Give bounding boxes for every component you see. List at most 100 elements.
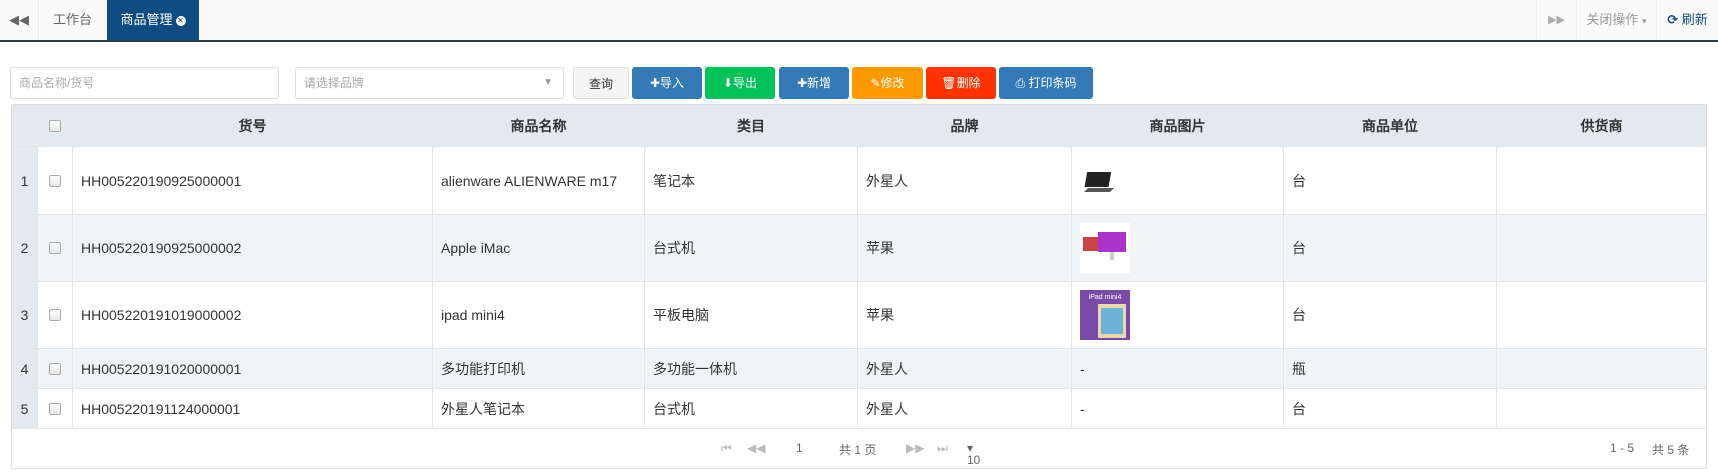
- no-image-text: -: [1080, 360, 1085, 377]
- search-placeholder: 商品名称/货号: [19, 76, 95, 90]
- product-image[interactable]: [1071, 147, 1283, 214]
- cell-brand: 苹果: [857, 282, 1071, 348]
- close-operations-dropdown[interactable]: 关闭操作 ▾: [1576, 0, 1656, 40]
- cell-code: HH005220191020000001: [72, 349, 432, 388]
- row-checkbox[interactable]: [37, 215, 72, 281]
- cell-cat: 平板电脑: [644, 282, 857, 348]
- export-button[interactable]: ⬇导出: [705, 67, 775, 99]
- select-all-checkbox[interactable]: [37, 105, 72, 146]
- product-table: 货号 商品名称 类目 品牌 商品图片 商品单位 供货商 1 HH005220190…: [11, 104, 1707, 469]
- row-index: 5: [12, 389, 37, 428]
- download-icon: ⬇: [722, 76, 734, 90]
- product-image[interactable]: -: [1071, 349, 1283, 388]
- tab-bar: ◀◀ 工作台 商品管理 ✕ ▶▶ 关闭操作 ▾ ⟳ 刷新: [0, 0, 1718, 42]
- cell-cat: 台式机: [644, 389, 857, 428]
- next-page-icon[interactable]: ▶▶: [906, 441, 924, 455]
- table-row[interactable]: 4 HH005220191020000001 多功能打印机 多功能一体机 外星人 - 瓶: [12, 349, 1706, 389]
- cell-cat: 台式机: [644, 215, 857, 281]
- row-index: 4: [12, 349, 37, 388]
- prev-page-icon[interactable]: ◀◀: [747, 441, 765, 455]
- record-range: 1 - 5: [1610, 441, 1635, 455]
- query-label: 查询: [588, 77, 613, 91]
- print-barcode-button[interactable]: ⎙ 打印条码: [999, 67, 1093, 99]
- caret-down-icon: ▾: [1642, 16, 1647, 26]
- product-image[interactable]: -: [1071, 389, 1283, 428]
- header-unit[interactable]: 商品单位: [1283, 105, 1496, 146]
- plus-icon: ✚: [796, 76, 808, 90]
- brand-placeholder: 请选择品牌: [304, 76, 365, 90]
- import-button[interactable]: ✚导入: [632, 67, 702, 99]
- cell-name: alienware ALIENWARE m17: [432, 147, 644, 214]
- row-checkbox[interactable]: [37, 282, 72, 348]
- page-size-value: 10: [967, 453, 981, 467]
- product-image[interactable]: [1071, 215, 1283, 281]
- header-name[interactable]: 商品名称: [432, 105, 644, 146]
- cell-brand: 外星人: [857, 389, 1071, 428]
- cell-supplier: [1496, 215, 1706, 281]
- cell-cat: 笔记本: [644, 147, 857, 214]
- tab-label: 工作台: [52, 12, 92, 27]
- row-checkbox[interactable]: [37, 147, 72, 214]
- cell-supplier: [1496, 147, 1706, 214]
- scroll-right-button[interactable]: ▶▶: [1536, 0, 1576, 40]
- cell-code: HH005220191124000001: [72, 389, 432, 428]
- cell-name: Apple iMac: [432, 215, 644, 281]
- cell-unit: 台: [1283, 147, 1496, 214]
- refresh-button[interactable]: ⟳ 刷新: [1656, 0, 1718, 40]
- scroll-left-button[interactable]: ◀◀: [0, 0, 38, 40]
- add-button[interactable]: ✚新增: [779, 67, 849, 99]
- header-supplier[interactable]: 供货商: [1496, 105, 1706, 146]
- row-checkbox[interactable]: [37, 389, 72, 428]
- cell-supplier: [1496, 389, 1706, 428]
- row-index: 1: [12, 147, 37, 214]
- table-row[interactable]: 3 HH005220191019000002 ipad mini4 平板电脑 苹果 iPa…: [12, 282, 1706, 349]
- add-label: 新增: [807, 76, 832, 90]
- total-pages: 共 1 页: [839, 443, 877, 457]
- search-input[interactable]: 商品名称/货号: [10, 67, 279, 99]
- query-button[interactable]: 查询: [573, 67, 629, 99]
- page-size-select[interactable]: 10 ▾: [967, 441, 980, 467]
- table-row[interactable]: 5 HH005220191124000001 外星人笔记本 台式机 外星人 - 台: [12, 389, 1706, 429]
- print-label: 打印条码: [1028, 76, 1077, 90]
- cell-code: HH005220190925000002: [72, 215, 432, 281]
- refresh-icon: ⟳: [1667, 12, 1679, 27]
- cell-unit: 瓶: [1283, 349, 1496, 388]
- header-brand[interactable]: 品牌: [857, 105, 1071, 146]
- close-ops-label: 关闭操作: [1586, 12, 1639, 27]
- brand-select[interactable]: 请选择品牌 ▼: [295, 67, 564, 99]
- cell-unit: 台: [1283, 389, 1496, 428]
- tab-workbench[interactable]: 工作台: [38, 0, 106, 40]
- cell-brand: 外星人: [857, 349, 1071, 388]
- last-page-icon[interactable]: ⏭: [937, 441, 948, 456]
- trash-icon: 🗑: [941, 76, 957, 90]
- close-icon[interactable]: ✕: [175, 15, 186, 26]
- tab-label: 商品管理: [120, 12, 173, 27]
- import-label: 导入: [660, 76, 685, 90]
- header-image[interactable]: 商品图片: [1071, 105, 1283, 146]
- refresh-label: 刷新: [1681, 12, 1708, 27]
- header-category[interactable]: 类目: [644, 105, 857, 146]
- edit-button[interactable]: ✎修改: [852, 67, 923, 99]
- page-number-input[interactable]: 1: [796, 441, 803, 455]
- print-icon: ⎙: [1015, 76, 1026, 90]
- cell-unit: 台: [1283, 215, 1496, 281]
- row-checkbox[interactable]: [37, 349, 72, 388]
- product-image[interactable]: iPad mini4: [1071, 282, 1283, 348]
- cell-name: 多功能打印机: [432, 349, 644, 388]
- delete-button[interactable]: 🗑删除: [926, 67, 996, 99]
- tab-product-management[interactable]: 商品管理 ✕: [107, 0, 199, 40]
- table-row[interactable]: 2 HH005220190925000002 Apple iMac 台式机 苹果 台: [12, 215, 1706, 282]
- cell-supplier: [1496, 282, 1706, 348]
- svg-text:iPad mini4: iPad mini4: [1089, 294, 1122, 301]
- edit-label: 修改: [880, 76, 905, 90]
- table-header: 货号 商品名称 类目 品牌 商品图片 商品单位 供货商: [12, 105, 1706, 147]
- header-code[interactable]: 货号: [72, 105, 432, 146]
- caret-down-icon: ▼: [543, 77, 553, 88]
- cell-unit: 台: [1283, 282, 1496, 348]
- first-page-icon[interactable]: ⏮: [721, 441, 732, 456]
- row-index: 2: [12, 215, 37, 281]
- table-row[interactable]: 1 HH005220190925000001 alienware ALIENWARE…: [12, 147, 1706, 215]
- cell-code: HH005220191019000002: [72, 282, 432, 348]
- cell-name: 外星人笔记本: [432, 389, 644, 428]
- cell-brand: 外星人: [857, 147, 1071, 214]
